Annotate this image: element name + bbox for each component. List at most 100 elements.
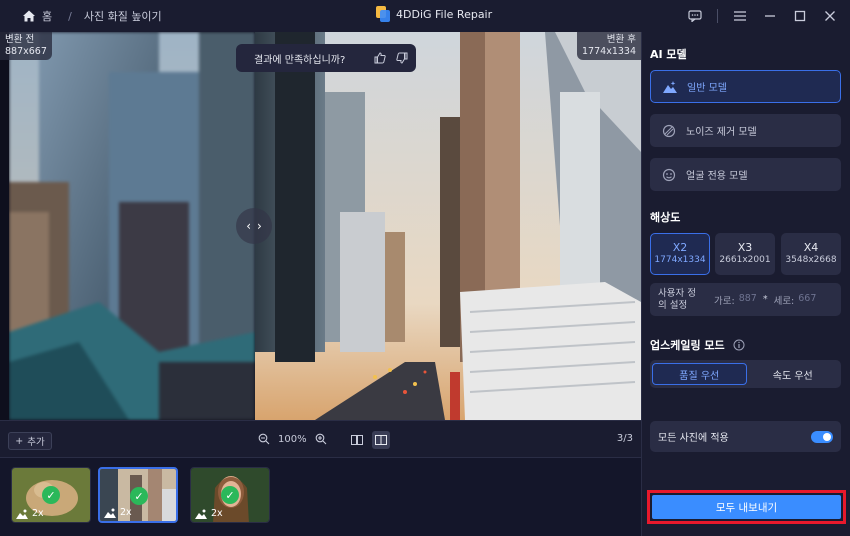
multiply-sign: *	[762, 294, 768, 305]
apply-all-toggle[interactable]	[811, 430, 833, 443]
model-general-button[interactable]: 일반 모델	[650, 70, 841, 103]
zoom-controls: 100%	[258, 433, 327, 445]
thumbs-down-icon[interactable]	[396, 52, 408, 64]
custom-label-line1: 사용자 정	[658, 287, 696, 299]
zoom-in-icon[interactable]	[315, 433, 327, 445]
image-icon	[16, 509, 28, 519]
thumbnail-scale-label: 2x	[32, 508, 44, 519]
window-controls	[687, 8, 838, 24]
minimize-icon[interactable]	[762, 8, 778, 24]
before-badge: 변환 전 887x667	[0, 32, 52, 60]
plus-icon: +	[15, 435, 24, 447]
width-field[interactable]: 가로: 887	[714, 293, 757, 307]
height-field[interactable]: 세로: 667	[774, 293, 817, 307]
view-mode-toggles	[348, 431, 390, 449]
apply-all-label: 모든 사진에 적용	[658, 433, 729, 444]
model-general-label: 일반 모델	[687, 83, 727, 94]
model-face-button[interactable]: 얼굴 전용 모델	[650, 158, 841, 191]
side-by-side-view-icon[interactable]	[348, 431, 366, 449]
split-view-icon[interactable]	[372, 431, 390, 449]
done-check-icon: ✓	[130, 487, 148, 505]
feedback-icon[interactable]	[687, 8, 703, 24]
add-button[interactable]: + 추가	[8, 432, 52, 450]
resolution-x2-scale: X2	[672, 241, 688, 254]
close-icon[interactable]	[822, 8, 838, 24]
thumbnail-item-selected[interactable]: ✓ 2x	[98, 467, 178, 523]
quality-priority-option[interactable]: 품질 우선	[652, 363, 747, 385]
face-icon	[662, 168, 676, 181]
maximize-icon[interactable]	[792, 8, 808, 24]
settings-panel: AI 모델 일반 모델 노이즈 제거 모델 얼굴 전용 모델 해상도 X2 17…	[641, 32, 850, 536]
custom-resolution: 사용자 정 의 설정 가로: 887 * 세로: 667	[650, 283, 841, 316]
compare-slider-handle[interactable]: ‹ ›	[236, 208, 272, 244]
preview-toolbar: + 추가 100% 3/3	[0, 420, 641, 458]
height-label: 세로:	[773, 295, 795, 307]
thumbnail-strip: ✓ 2x ✓ 2x ✓ 2x	[0, 458, 641, 536]
menu-icon[interactable]	[732, 8, 748, 24]
thumbs-up-icon[interactable]	[374, 52, 386, 64]
thumbnail-scale: 2x	[16, 508, 44, 519]
landscape-icon	[663, 80, 677, 93]
feedback-question: 결과에 만족하십니까?	[254, 54, 346, 66]
resolution-x3-button[interactable]: X3 2661x2001	[715, 233, 775, 275]
after-label: 변환 후	[606, 34, 636, 45]
zoom-level: 100%	[278, 433, 307, 445]
resolution-x2-button[interactable]: X2 1774x1334	[650, 233, 710, 275]
home-link[interactable]: 홈	[42, 8, 52, 24]
thumbnail-scale-label: 2x	[120, 507, 132, 518]
resolution-x2-size: 1774x1334	[654, 255, 706, 265]
breadcrumb: 홈 / 사진 화질 높이기	[0, 8, 162, 24]
export-highlight-frame: 모두 내보내기	[647, 490, 846, 524]
chevron-left-icon: ‹	[246, 219, 251, 233]
zoom-out-icon[interactable]	[258, 433, 270, 445]
height-value: 667	[798, 292, 817, 304]
resolution-x3-size: 2661x2001	[719, 255, 771, 265]
speed-priority-option[interactable]: 속도 우선	[747, 363, 840, 385]
thumbnail-item[interactable]: ✓ 2x	[190, 467, 270, 523]
resolution-x4-scale: X4	[803, 241, 819, 254]
resolution-x3-scale: X3	[737, 241, 753, 254]
upscale-mode-title: 업스케일링 모드	[650, 339, 725, 352]
thumbnail-scale: 2x	[195, 508, 223, 519]
thumbnail-scale-label: 2x	[211, 508, 223, 519]
comparison-preview[interactable]: 변환 전 887x667 변환 후 1774x1334 결과에 만족하십니까? …	[0, 32, 641, 420]
page-counter: 3/3	[616, 433, 633, 444]
model-denoise-button[interactable]: 노이즈 제거 모델	[650, 114, 841, 147]
add-label: 추가	[27, 437, 45, 448]
feedback-prompt: 결과에 만족하십니까?	[236, 44, 416, 72]
upscale-mode-group: 품질 우선 속도 우선	[650, 360, 841, 388]
before-size: 887x667	[5, 46, 47, 57]
after-image	[255, 32, 641, 420]
width-label: 가로:	[714, 295, 735, 307]
image-icon	[195, 509, 207, 519]
done-check-icon: ✓	[42, 486, 60, 504]
done-check-icon: ✓	[221, 486, 239, 504]
app-title: 4DDiG File Repair	[396, 7, 493, 21]
info-icon[interactable]	[733, 339, 745, 351]
denoise-icon	[662, 124, 676, 137]
before-image	[9, 32, 255, 420]
ai-model-title: AI 모델	[650, 48, 687, 61]
resolution-title: 해상도	[650, 211, 681, 224]
resolution-x4-size: 3548x2668	[785, 255, 837, 265]
width-value: 887	[738, 292, 757, 304]
after-badge: 변환 후 1774x1334	[577, 32, 641, 60]
upscale-mode-header: 업스케일링 모드	[650, 337, 745, 353]
breadcrumb-separator: /	[68, 9, 72, 23]
model-denoise-label: 노이즈 제거 모델	[686, 127, 757, 138]
home-icon[interactable]	[22, 9, 36, 23]
after-size: 1774x1334	[582, 46, 636, 57]
app-title-group: 4DDiG File Repair	[376, 6, 492, 22]
resolution-x4-button[interactable]: X4 3548x2668	[781, 233, 841, 275]
image-icon	[104, 508, 116, 518]
titlebar-divider	[717, 9, 718, 23]
app-logo-icon	[376, 6, 390, 22]
apply-all-row: 모든 사진에 적용	[650, 421, 841, 452]
breadcrumb-current: 사진 화질 높이기	[83, 10, 162, 23]
custom-resolution-label: 사용자 정 의 설정	[658, 288, 710, 312]
model-face-label: 얼굴 전용 모델	[686, 171, 748, 182]
thumbnail-item[interactable]: ✓ 2x	[11, 467, 91, 523]
export-all-button[interactable]: 모두 내보내기	[652, 495, 841, 519]
feedback-buttons	[374, 52, 408, 64]
thumbnail-scale: 2x	[104, 507, 132, 518]
